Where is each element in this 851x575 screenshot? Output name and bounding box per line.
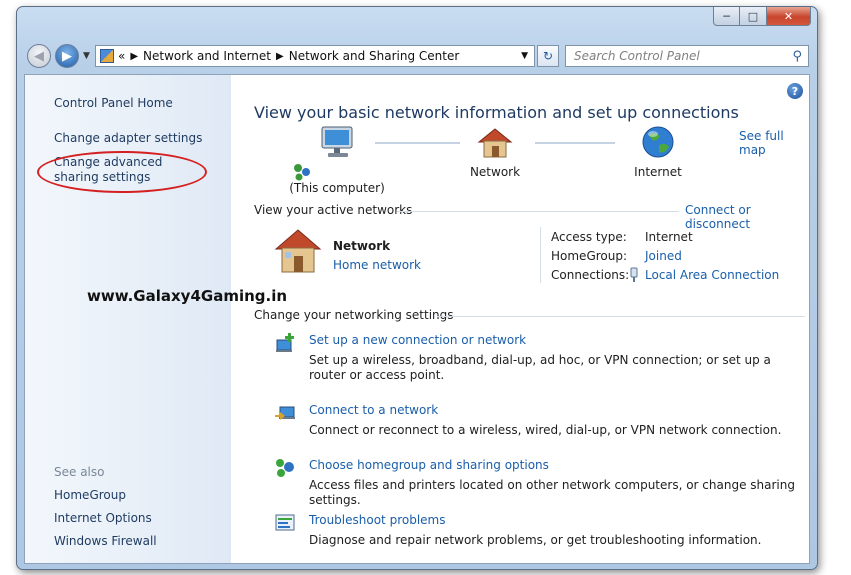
sidebar-internet-options[interactable]: Internet Options: [54, 511, 152, 525]
setup-new-connection-link[interactable]: Set up a new connection or network: [309, 333, 526, 347]
close-button[interactable]: ✕: [767, 7, 811, 26]
sidebar-homegroup[interactable]: HomeGroup: [54, 488, 126, 502]
house-icon[interactable]: [477, 127, 513, 159]
homegroup-icon: [276, 459, 294, 477]
globe-icon[interactable]: [641, 125, 675, 159]
connect-network-icon: [275, 406, 295, 420]
sidebar-control-panel-home[interactable]: Control Panel Home: [54, 96, 173, 110]
access-type-value: Internet: [645, 230, 693, 244]
active-networks-heading: View your active networks: [254, 203, 413, 217]
connections-label: Connections:: [551, 268, 630, 282]
computer-icon: [321, 126, 353, 157]
forward-button[interactable]: ▶: [55, 44, 79, 68]
new-connection-icon: [276, 333, 294, 352]
search-box: ⚲: [565, 45, 809, 67]
address-dropdown-icon[interactable]: ▼: [521, 51, 528, 61]
connect-or-disconnect-link[interactable]: Connect or disconnect: [685, 203, 809, 231]
change-settings-heading: Change your networking settings: [254, 308, 454, 322]
see-also-heading: See also: [54, 465, 105, 479]
map-network-label[interactable]: Network: [465, 165, 525, 179]
section-divider: [437, 316, 805, 317]
homegroup-joined-link[interactable]: Joined: [645, 249, 682, 263]
map-computer-label: (This computer): [289, 181, 385, 195]
troubleshoot-problems-desc: Diagnose and repair network problems, or…: [309, 533, 762, 547]
troubleshoot-problems-link[interactable]: Troubleshoot problems: [309, 513, 445, 527]
section-divider: [397, 211, 679, 212]
content-area: Control Panel Home Change adapter settin…: [24, 74, 810, 564]
search-input[interactable]: [572, 47, 782, 65]
sidebar-windows-firewall[interactable]: Windows Firewall: [54, 534, 157, 548]
vertical-divider: [540, 227, 541, 283]
annotation-circle: [37, 151, 207, 193]
home-network-link[interactable]: Home network: [333, 258, 421, 272]
homegroup-sharing-options-desc: Access files and printers located on oth…: [309, 478, 795, 507]
page-title: View your basic network information and …: [254, 103, 739, 122]
map-internet-label[interactable]: Internet: [623, 165, 693, 179]
minimize-button[interactable]: ─: [713, 7, 740, 26]
search-icon[interactable]: ⚲: [792, 49, 802, 64]
access-type-label: Access type:: [551, 230, 627, 244]
troubleshoot-icon: [275, 514, 295, 531]
breadcrumb-sep-icon: ▶: [130, 50, 139, 62]
maximize-button[interactable]: □: [740, 7, 767, 26]
network-name: Network: [333, 239, 391, 253]
breadcrumb-overflow[interactable]: «: [118, 49, 125, 63]
breadcrumb-network-and-internet[interactable]: Network and Internet: [143, 49, 271, 63]
ethernet-plug-icon: [630, 267, 638, 282]
map-connector: [535, 142, 615, 144]
back-arrow-icon: ◀: [34, 48, 44, 64]
connect-to-network-desc: Connect or reconnect to a wireless, wire…: [309, 423, 782, 437]
homegroup-label: HomeGroup:: [551, 249, 628, 263]
map-connector: [375, 142, 460, 144]
network-house-icon: [274, 229, 322, 273]
sidebar-change-adapter-settings[interactable]: Change adapter settings: [54, 131, 202, 145]
refresh-icon: ↻: [542, 49, 554, 63]
address-bar[interactable]: « ▶ Network and Internet ▶ Network and S…: [95, 45, 535, 67]
help-icon[interactable]: ?: [787, 83, 803, 99]
local-area-connection-link[interactable]: Local Area Connection: [645, 268, 779, 282]
control-panel-icon: [100, 49, 114, 63]
sidebar: Control Panel Home Change adapter settin…: [25, 75, 231, 563]
breadcrumb-sep-icon: ▶: [276, 50, 284, 62]
recent-pages-dropdown[interactable]: ▼: [83, 51, 90, 61]
homegroup-sharing-options-link[interactable]: Choose homegroup and sharing options: [309, 458, 549, 472]
breadcrumb-network-sharing-center[interactable]: Network and Sharing Center: [289, 49, 460, 63]
control-panel-window: ─ □ ✕ ◀ ▶ ▼ « ▶ Network and Internet ▶ N…: [16, 6, 818, 570]
setup-new-connection-desc: Set up a wireless, broadband, dial-up, a…: [309, 353, 771, 382]
connect-to-network-link[interactable]: Connect to a network: [309, 403, 438, 417]
watermark-text: www.Galaxy4Gaming.in: [87, 287, 288, 305]
forward-arrow-icon: ▶: [62, 48, 72, 64]
refresh-button[interactable]: ↻: [537, 45, 559, 67]
see-full-map-link[interactable]: See full map: [739, 129, 809, 157]
network-node-icon: [294, 164, 310, 181]
caption-buttons: ─ □ ✕: [713, 7, 811, 26]
back-button[interactable]: ◀: [27, 44, 51, 68]
